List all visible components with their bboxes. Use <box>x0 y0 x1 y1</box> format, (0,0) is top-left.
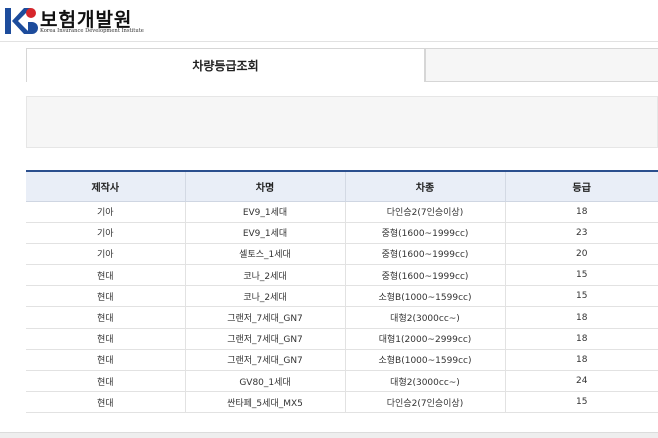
cell-model: 셀토스_1세대 <box>185 243 346 266</box>
tab-bar: 차량등급조회 <box>26 48 658 82</box>
cell-vehicle-class: 중형(1600~1999cc) <box>345 243 506 266</box>
cell-vehicle-class: 다인승2(7인승이상) <box>345 391 506 414</box>
cell-vehicle-class: 소형B(1000~1599cc) <box>345 285 506 308</box>
cell-manufacturer: 현대 <box>26 264 186 287</box>
cell-manufacturer: 현대 <box>26 306 186 329</box>
cell-model: 그랜저_7세대_GN7 <box>185 328 346 350</box>
cell-model: GV80_1세대 <box>185 370 346 393</box>
results-table-container: 제작사 차명 차종 등급 기아 EV9_1세대 다인승2(7인승이상) 18 기… <box>26 170 658 414</box>
table-row: 현대 그랜저_7세대_GN7 소형B(1000~1599cc) 18 <box>26 349 658 372</box>
kidi-logo-icon <box>5 8 38 34</box>
cell-grade: 18 <box>505 349 658 372</box>
vehicle-grade-table: 제작사 차명 차종 등급 기아 EV9_1세대 다인승2(7인승이상) 18 기… <box>26 172 658 414</box>
search-panel <box>26 96 658 148</box>
column-header-grade: 등급 <box>505 172 658 202</box>
cell-model: EV9_1세대 <box>185 201 346 223</box>
table-row: 기아 셀토스_1세대 중형(1600~1999cc) 20 <box>26 243 658 266</box>
table-row: 현대 그랜저_7세대_GN7 대형1(2000~2999cc) 18 <box>26 328 658 350</box>
cell-grade: 15 <box>505 391 658 414</box>
cell-model: 싼타페_5세대_MX5 <box>185 391 346 414</box>
cell-vehicle-class: 중형(1600~1999cc) <box>345 222 506 244</box>
cell-model: EV9_1세대 <box>185 222 346 244</box>
column-header-vehicle-class: 차종 <box>345 172 506 202</box>
cell-manufacturer: 현대 <box>26 285 186 308</box>
tab-secondary[interactable] <box>425 48 658 82</box>
cell-vehicle-class: 대형2(3000cc~) <box>345 370 506 393</box>
cell-model: 그랜저_7세대_GN7 <box>185 306 346 329</box>
cell-manufacturer: 기아 <box>26 222 186 244</box>
cell-grade: 15 <box>505 264 658 287</box>
tab-vehicle-grade-lookup[interactable]: 차량등급조회 <box>26 48 425 82</box>
cell-grade: 18 <box>505 306 658 329</box>
cell-manufacturer: 현대 <box>26 349 186 372</box>
cell-vehicle-class: 소형B(1000~1599cc) <box>345 349 506 372</box>
table-header-row: 제작사 차명 차종 등급 <box>26 172 658 202</box>
column-header-model: 차명 <box>185 172 346 202</box>
cell-model: 코나_2세대 <box>185 264 346 287</box>
table-row: 현대 GV80_1세대 대형2(3000cc~) 24 <box>26 370 658 393</box>
cell-model: 그랜저_7세대_GN7 <box>185 349 346 372</box>
cell-model: 코나_2세대 <box>185 285 346 308</box>
cell-vehicle-class: 대형2(3000cc~) <box>345 306 506 329</box>
cell-manufacturer: 현대 <box>26 328 186 350</box>
cell-vehicle-class: 대형1(2000~2999cc) <box>345 328 506 350</box>
table-row: 기아 EV9_1세대 중형(1600~1999cc) 23 <box>26 222 658 244</box>
cell-grade: 24 <box>505 370 658 393</box>
table-row: 현대 코나_2세대 소형B(1000~1599cc) 15 <box>26 285 658 308</box>
cell-manufacturer: 현대 <box>26 391 186 414</box>
column-header-manufacturer: 제작사 <box>26 172 186 202</box>
cell-manufacturer: 기아 <box>26 201 186 223</box>
cell-grade: 18 <box>505 201 658 223</box>
cell-vehicle-class: 다인승2(7인승이상) <box>345 201 506 223</box>
site-header: 보험개발원 Korea Insurance Development Instit… <box>0 0 658 42</box>
table-row: 기아 EV9_1세대 다인승2(7인승이상) 18 <box>26 201 658 223</box>
cell-manufacturer: 현대 <box>26 370 186 393</box>
cell-grade: 15 <box>505 285 658 308</box>
cell-grade: 23 <box>505 222 658 244</box>
cell-manufacturer: 기아 <box>26 243 186 266</box>
table-row: 현대 그랜저_7세대_GN7 대형2(3000cc~) 18 <box>26 306 658 329</box>
org-subtitle: Korea Insurance Development Institute <box>40 28 144 34</box>
cell-grade: 20 <box>505 243 658 266</box>
cell-vehicle-class: 중형(1600~1999cc) <box>345 264 506 287</box>
cell-grade: 18 <box>505 328 658 350</box>
footer-divider <box>0 432 658 438</box>
table-row: 현대 코나_2세대 중형(1600~1999cc) 15 <box>26 264 658 287</box>
tab-label: 차량등급조회 <box>192 59 259 73</box>
kidi-logo[interactable]: 보험개발원 Korea Insurance Development Instit… <box>4 6 154 38</box>
table-row: 현대 싼타페_5세대_MX5 다인승2(7인승이상) 15 <box>26 391 658 414</box>
